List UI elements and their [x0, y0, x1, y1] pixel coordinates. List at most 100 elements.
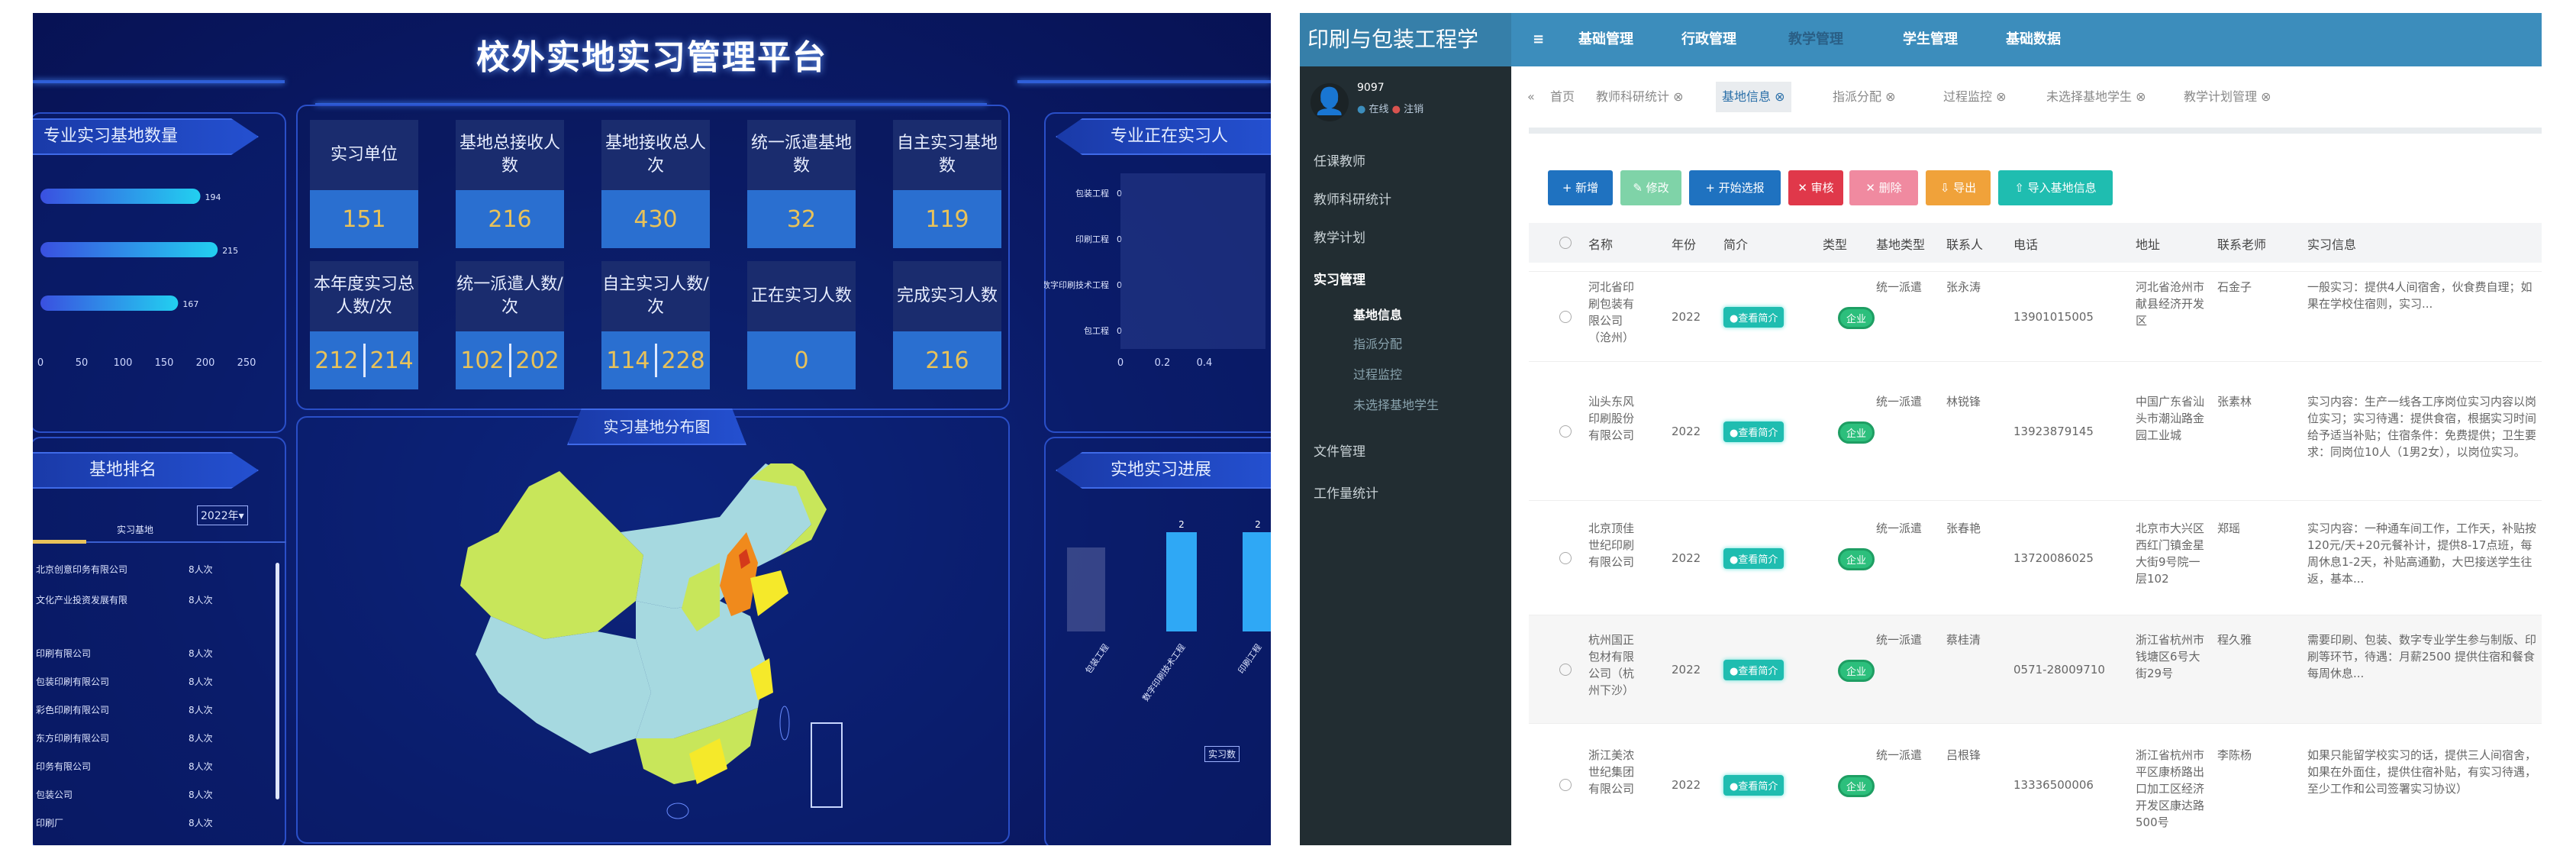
ranking-count: 8人次	[189, 595, 213, 605]
scrollbar[interactable]	[276, 563, 279, 799]
nav-item[interactable]: 基础数据	[2006, 13, 2061, 66]
cell-phone: 0571-28009710	[2013, 663, 2105, 677]
column-header[interactable]: 年份	[1672, 234, 1696, 253]
toolbar-button[interactable]: ⇧ 导入基地信息	[1998, 170, 2113, 205]
sidebar-item[interactable]: 教学计划	[1314, 227, 1365, 246]
type-badge: 企业	[1838, 421, 1875, 444]
column-header[interactable]: 基地类型	[1876, 234, 1925, 253]
tab[interactable]: 指派分配 ⊗	[1826, 82, 1902, 112]
category-label: 包装工程	[1084, 642, 1111, 675]
tab-base[interactable]: 实习基地	[117, 523, 153, 536]
view-intro-button[interactable]: ●查看简介	[1723, 421, 1785, 442]
stat-card: 实习单位 151	[310, 120, 418, 248]
table-row[interactable]: 汕头东风印刷股份有限公司 2022 统一派遣 林锐锋 13923879145 中国广东省汕…	[1529, 361, 2542, 500]
toolbar-button[interactable]: + 新增	[1548, 170, 1613, 205]
column-header[interactable]: 实习信息	[2307, 234, 2356, 253]
toolbar-button[interactable]: ✕ 审核	[1788, 170, 1843, 205]
table-row[interactable]: 北京顶佳世纪印刷有限公司 2022 统一派遣 张春艳 13720086025 北京市大兴区…	[1529, 500, 2542, 615]
row-checkbox[interactable]	[1559, 664, 1572, 676]
cell-name: 汕头东风印刷股份有限公司	[1588, 395, 1635, 442]
row-checkbox[interactable]	[1559, 425, 1572, 438]
sidebar-item[interactable]: 工作量统计	[1314, 483, 1378, 502]
column-header[interactable]: 名称	[1588, 234, 1613, 253]
sidebar-item[interactable]: 实习管理	[1314, 269, 1365, 288]
ranking-name: 印务有限公司	[36, 761, 92, 772]
stat-number-b: 214	[369, 347, 414, 374]
row-checkbox[interactable]	[1559, 311, 1572, 323]
ranking-count: 8人次	[189, 648, 213, 659]
sidebar-item[interactable]: 任课教师	[1314, 150, 1365, 170]
column-header[interactable]: 联系老师	[2217, 234, 2266, 253]
tab[interactable]: 基地信息 ⊗	[1716, 82, 1791, 112]
plot-area	[1120, 173, 1265, 349]
row-checkbox[interactable]	[1559, 779, 1572, 791]
cell-name: 浙江美浓世纪集团有限公司	[1588, 748, 1635, 796]
user-status: ● 在线 ● 注销	[1357, 101, 1423, 115]
column-header[interactable]: 简介	[1723, 234, 1748, 253]
view-intro-button[interactable]: ●查看简介	[1723, 307, 1785, 328]
cell-address: 中国广东省汕头市潮汕路金园工业城	[2136, 395, 2205, 442]
category-label: 包工程	[1084, 326, 1109, 336]
column-header[interactable]: 类型	[1823, 234, 1847, 253]
stat-card: 自主实习基地数 119	[893, 120, 1001, 248]
column-header[interactable]: 地址	[2136, 234, 2160, 253]
column-header[interactable]: 联系人	[1946, 234, 1983, 253]
divider	[1529, 128, 2542, 134]
logout-link[interactable]: 注销	[1404, 104, 1423, 115]
tab[interactable]: 首页	[1544, 82, 1581, 112]
tab[interactable]: 过程监控 ⊗	[1937, 82, 2013, 112]
stat-number: 430	[634, 205, 678, 233]
sidebar-item[interactable]: 文件管理	[1314, 441, 1365, 460]
ranking-name: 印刷厂	[36, 818, 64, 828]
nav-item[interactable]: 教学管理	[1788, 13, 1843, 66]
brand-logo[interactable]: 印刷与包装工程学	[1300, 13, 1511, 66]
table-row[interactable]: 杭州国正包材有限公司（杭州下沙） 2022 统一派遣 蔡桂清 0571-28009710…	[1529, 615, 2542, 723]
row-checkbox[interactable]	[1559, 552, 1572, 564]
cell-base: 统一派遣	[1876, 280, 1923, 294]
tab[interactable]: 未选择基地学生 ⊗	[2040, 82, 2152, 112]
view-intro-button[interactable]: ●查看简介	[1723, 548, 1785, 569]
divider	[508, 344, 511, 377]
toolbar-button[interactable]: ⇩ 导出	[1926, 170, 1991, 205]
stat-number-b: 202	[515, 347, 559, 374]
stat-value: 32	[747, 190, 856, 248]
nav-item[interactable]: 基础管理	[1578, 13, 1633, 66]
stat-card: 基地接收总人次 430	[601, 120, 710, 248]
column-header[interactable]: 电话	[2013, 234, 2038, 253]
china-map[interactable]	[445, 463, 903, 830]
nav-item[interactable]: ≡	[1533, 13, 1544, 66]
sidebar-item[interactable]: 基地信息	[1353, 305, 1402, 323]
toolbar-button[interactable]: ✕ 删除	[1849, 170, 1918, 205]
view-intro-button[interactable]: ●查看简介	[1723, 775, 1785, 796]
ranking-count: 8人次	[189, 564, 213, 575]
divider	[654, 344, 657, 377]
table-row[interactable]: 河北省印刷包装有限公司（沧州） 2022 统一派遣 张永涛 13901015005 河北省…	[1529, 271, 2542, 361]
toolbar-button[interactable]: + 开始选报	[1689, 170, 1781, 205]
tab[interactable]: 教学计划管理 ⊗	[2178, 82, 2278, 112]
stat-value: 151	[310, 190, 418, 248]
sidebar-item[interactable]: 教师科研统计	[1314, 189, 1391, 208]
table-row[interactable]: 浙江美浓世纪集团有限公司 2022 统一派遣 吕根锋 13336500006 浙江省杭州市…	[1529, 723, 2542, 845]
year-select[interactable]: 2022年▾	[197, 505, 248, 525]
tab[interactable]: 教师科研统计 ⊗	[1590, 82, 1690, 112]
cell-phone: 13901015005	[2013, 310, 2094, 324]
cell-year: 2022	[1672, 663, 1701, 677]
tabs-scroll-left-icon[interactable]: «	[1527, 89, 1535, 104]
nav-item[interactable]: 行政管理	[1681, 13, 1736, 66]
category-label: 印刷工程	[1236, 642, 1264, 675]
select-all-checkbox[interactable]	[1559, 237, 1572, 249]
stat-card: 本年度实习总人数/次 212 214	[310, 261, 418, 389]
tick-label: 100	[114, 357, 133, 369]
stat-value: 119	[893, 190, 1001, 248]
sidebar-item[interactable]: 过程监控	[1353, 364, 1402, 383]
nav-item[interactable]: 学生管理	[1903, 13, 1958, 66]
stat-label: 正在实习人数	[747, 261, 856, 331]
sidebar-item[interactable]: 未选择基地学生	[1353, 395, 1439, 413]
view-intro-button[interactable]: ●查看简介	[1723, 660, 1785, 680]
divider	[33, 80, 285, 83]
bar	[1243, 532, 1271, 631]
stat-number-a: 102	[460, 347, 505, 374]
toolbar-button[interactable]: ✎ 修改	[1620, 170, 1681, 205]
sidebar-item[interactable]: 指派分配	[1353, 334, 1402, 352]
cell-teacher: 郑瑶	[2217, 522, 2241, 535]
